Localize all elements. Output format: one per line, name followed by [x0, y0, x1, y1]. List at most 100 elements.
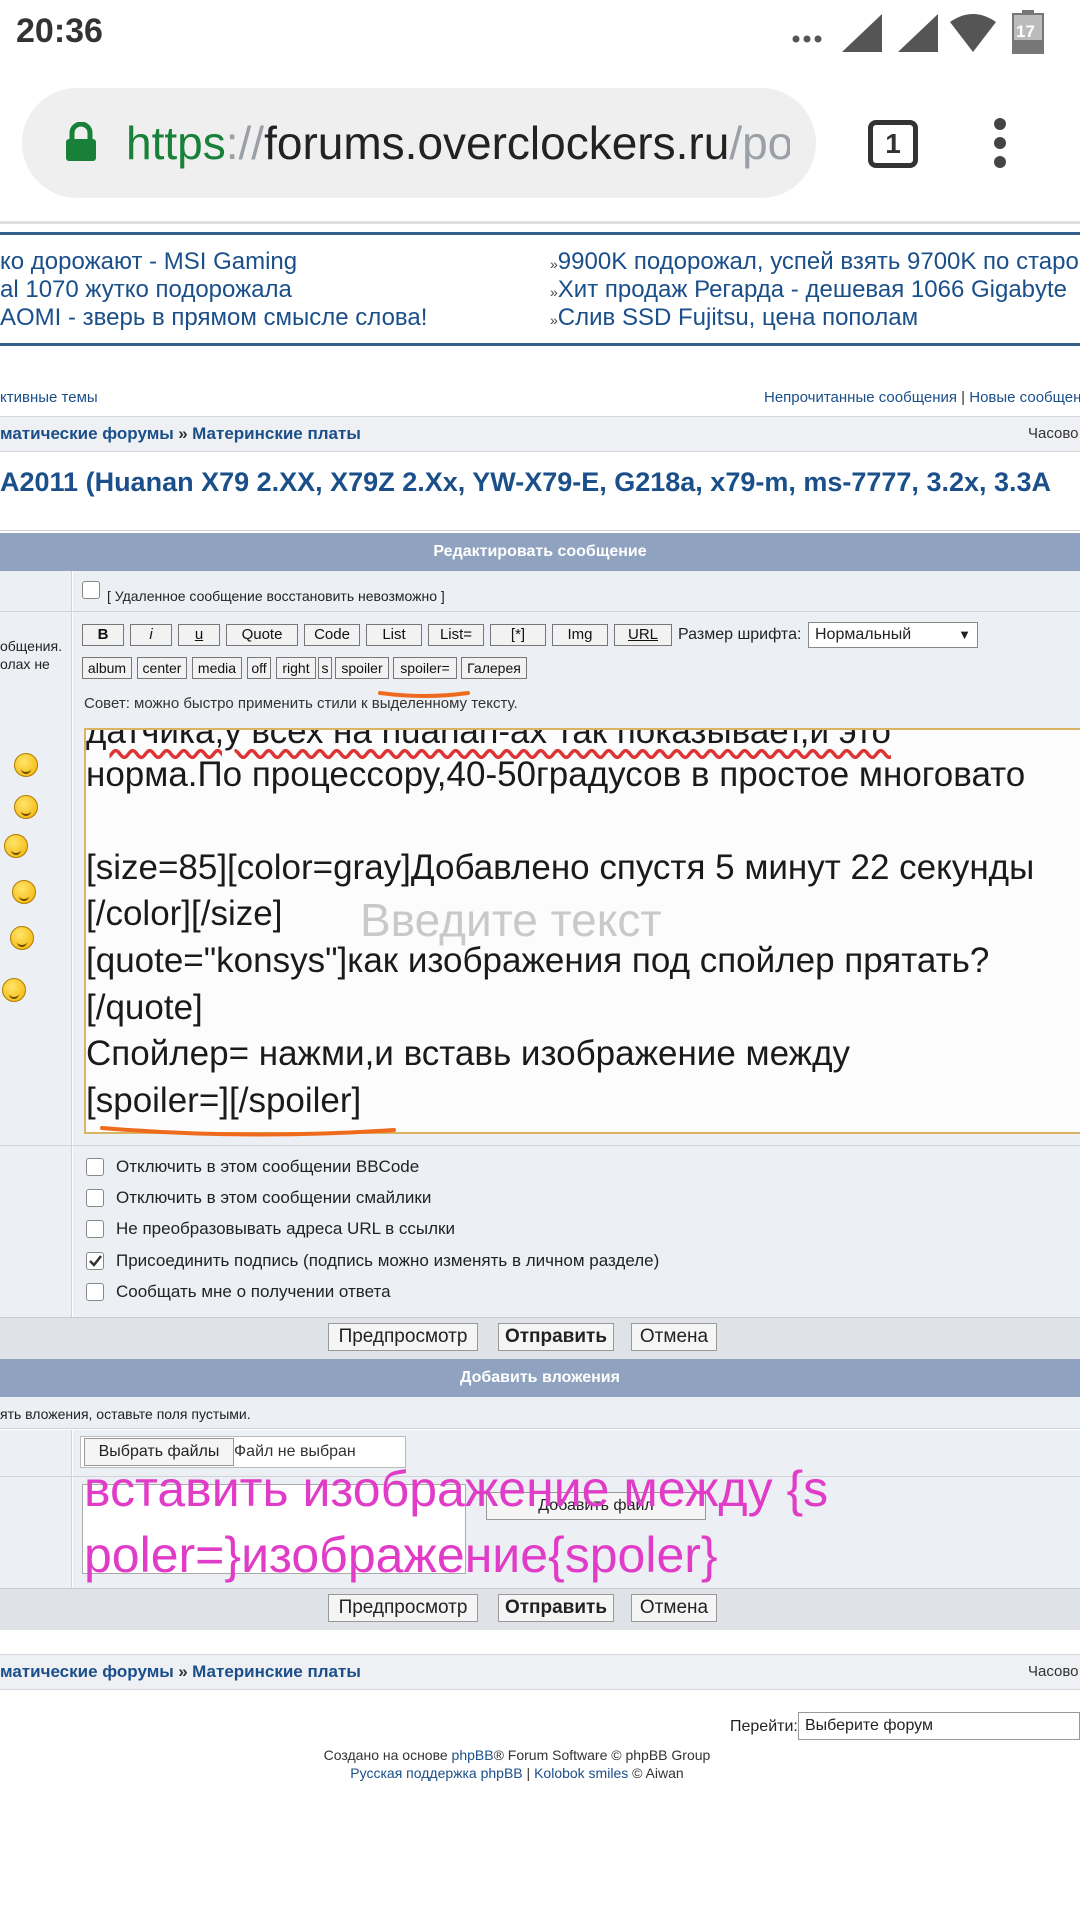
crumb-motherboards[interactable]: Материнские платы	[192, 1662, 361, 1681]
wifi-icon	[950, 14, 996, 57]
smiley-icon[interactable]	[14, 795, 38, 819]
deleted-checkbox[interactable]	[82, 581, 100, 599]
submit-button[interactable]: Отправить	[498, 1323, 614, 1351]
goto-select[interactable]: Выберите форум	[798, 1712, 1080, 1740]
unread-links: Непрочитанные сообщения | Новые сообщен	[764, 389, 1080, 406]
code-button[interactable]: Code	[304, 624, 360, 646]
editor-line: [/color][/size]	[86, 894, 283, 933]
disable-urls-checkbox[interactable]	[86, 1220, 104, 1238]
unread-link[interactable]: Непрочитанные сообщения	[764, 389, 957, 406]
lock-icon	[64, 121, 98, 167]
signal-icon	[842, 14, 882, 57]
cancel-button[interactable]: Отмена	[631, 1594, 717, 1622]
overflow-menu-icon[interactable]	[992, 118, 1008, 173]
tab-switcher-button[interactable]: 1	[868, 120, 918, 168]
input-placeholder: Введите текст	[360, 894, 662, 946]
title-divider	[0, 530, 1080, 531]
deleted-note: [ Удаленное сообщение восстановить невоз…	[107, 588, 445, 604]
kolobok-link[interactable]: Kolobok smiles	[534, 1765, 628, 1781]
crumb-forums[interactable]: матические форумы	[0, 1662, 174, 1681]
attachments-note: ять вложения, оставьте поля пустыми.	[0, 1406, 251, 1422]
font-size-value: Нормальный	[815, 626, 912, 643]
news-link[interactable]: »Хит продаж Регарда - дешевая 1066 Gigab…	[550, 276, 1067, 304]
battery-icon: 17	[1012, 10, 1044, 59]
preview-button[interactable]: Предпросмотр	[328, 1323, 478, 1351]
attach-signature-checkbox[interactable]	[86, 1252, 104, 1270]
right-button[interactable]: right	[276, 657, 316, 679]
bold-button[interactable]: B	[82, 624, 124, 646]
breadcrumb: матические форумы » Материнские платы	[0, 1662, 361, 1681]
submit-button[interactable]: Отправить	[498, 1594, 614, 1622]
news-link[interactable]: »Слив SSD Fujitsu, цена пополам	[550, 304, 918, 332]
smiley-icon[interactable]	[2, 978, 26, 1002]
phpbb-link[interactable]: phpBB	[452, 1747, 494, 1763]
italic-button[interactable]: i	[130, 624, 172, 646]
left-column	[0, 1430, 72, 1588]
tip-text: Совет: можно быстро применить стили к вы…	[84, 695, 518, 712]
smiley-icon[interactable]	[12, 880, 36, 904]
list-button[interactable]: List	[366, 624, 422, 646]
no-file-label: Файл не выбран	[234, 1443, 356, 1460]
img-button[interactable]: Img	[552, 624, 608, 646]
underline-button[interactable]: u	[178, 624, 220, 646]
disable-smilies-checkbox[interactable]	[86, 1189, 104, 1207]
spoiler-eq-button[interactable]: spoiler=	[393, 657, 457, 679]
list-item-button[interactable]: [*]	[490, 624, 546, 646]
timezone-label: Часово	[1028, 425, 1079, 442]
credits-line-1: Создано на основе phpBB® Forum Software …	[323, 1747, 711, 1763]
spoiler-button[interactable]: spoiler	[335, 657, 389, 679]
notify-reply-checkbox[interactable]	[86, 1283, 104, 1301]
ordered-list-button[interactable]: List=	[428, 624, 484, 646]
more-dots-icon	[792, 30, 822, 48]
row-divider	[0, 611, 1080, 612]
timezone-label: Часово	[1028, 1663, 1079, 1680]
off-button[interactable]: off	[247, 657, 271, 679]
crumb-motherboards[interactable]: Материнские платы	[192, 424, 361, 443]
status-time: 20:36	[16, 12, 103, 50]
annotation-text: poler=}изображение{spoler}	[84, 1527, 718, 1583]
topic-title[interactable]: A2011 (Huanan X79 2.XX, X79Z 2.Xx, YW-X7…	[0, 467, 1080, 498]
news-link[interactable]: AOMI - зверь в прямом смысле слова!	[0, 304, 427, 332]
url-button[interactable]: URL	[614, 624, 672, 646]
disable-bbcode-checkbox[interactable]	[86, 1158, 104, 1176]
goto-value: Выберите форум	[805, 1717, 933, 1734]
editor-line: [quote="konsys"]как изображения под спой…	[86, 941, 990, 980]
annotation-text: вставить изображение между {s	[84, 1461, 829, 1517]
toolbar-divider	[0, 221, 1080, 224]
strike-button[interactable]: s	[318, 657, 332, 679]
editor-line: норма.По процессору,40-50градусов в прос…	[86, 755, 1026, 794]
album-button[interactable]: album	[82, 657, 132, 679]
active-topics-link[interactable]: ктивные темы	[0, 389, 98, 406]
disable-smilies-label: Отключить в этом сообщении смайлики	[116, 1188, 432, 1207]
new-posts-link[interactable]: Новые сообщен	[969, 389, 1080, 406]
editor-line: [/quote]	[86, 988, 203, 1027]
notify-reply-label: Сообщать мне о получении ответа	[116, 1282, 391, 1301]
quote-button[interactable]: Quote	[226, 624, 298, 646]
news-link[interactable]: al 1070 жутко подорожала	[0, 276, 292, 304]
signal-icon-2	[898, 14, 938, 57]
preview-button[interactable]: Предпросмотр	[328, 1594, 478, 1622]
goto-label: Перейти:	[730, 1718, 798, 1735]
phpbb-ru-link[interactable]: Русская поддержка phpBB	[350, 1765, 522, 1781]
url-text[interactable]: https://forums.overclockers.ru/po	[126, 116, 790, 170]
center-button[interactable]: center	[137, 657, 187, 679]
editor-line: [size=85][color=gray]Добавлено спустя 5 …	[86, 848, 1035, 887]
cancel-button[interactable]: Отмена	[631, 1323, 717, 1351]
battery-level: 17	[1016, 22, 1035, 41]
media-button[interactable]: media	[192, 657, 242, 679]
news-link[interactable]: »9900K подорожал, успей взять 9700K по с…	[550, 248, 1080, 276]
gallery-button[interactable]: Галерея	[461, 657, 527, 679]
smiley-icon[interactable]	[14, 753, 38, 777]
font-size-select[interactable]: Нормальный ▼	[808, 622, 978, 648]
news-link[interactable]: ко дорожают - MSI Gaming	[0, 248, 297, 276]
left-note: общения. олах не	[0, 638, 62, 672]
crumb-forums[interactable]: матические форумы	[0, 424, 174, 443]
tab-count: 1	[885, 128, 901, 159]
smiley-icon[interactable]	[10, 926, 34, 950]
smiley-icon[interactable]	[4, 834, 28, 858]
editor-line: [spoiler=][/spoiler]	[86, 1081, 362, 1120]
breadcrumb: матические форумы » Материнские платы	[0, 424, 361, 443]
row-divider	[0, 1145, 1080, 1146]
disable-urls-label: Не преобразовывать адреса URL в ссылки	[116, 1219, 455, 1238]
checkmark-icon	[89, 1255, 102, 1267]
